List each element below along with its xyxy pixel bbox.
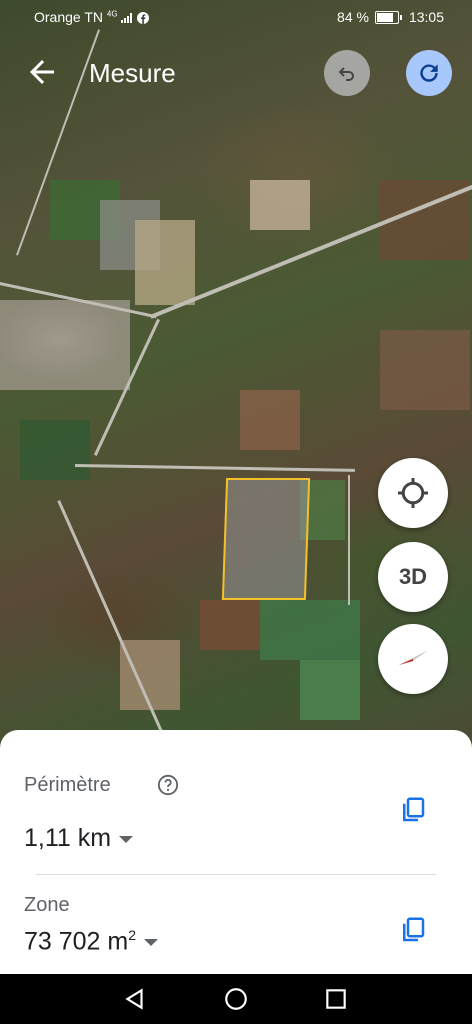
map-field <box>20 420 90 480</box>
map-field <box>240 390 300 450</box>
my-location-button[interactable] <box>378 458 448 528</box>
nav-recents-button[interactable] <box>323 986 349 1012</box>
map-field <box>260 600 360 660</box>
back-button[interactable] <box>24 54 60 90</box>
status-bar: Orange TN 4G 84 % 13:05 <box>0 0 472 34</box>
circle-home-icon <box>225 988 247 1010</box>
map-field <box>120 640 180 710</box>
nav-back-button[interactable] <box>122 986 148 1012</box>
perimeter-label: Périmètre <box>24 774 111 796</box>
area-value: 73 702 m <box>24 927 129 956</box>
area-value-dropdown[interactable]: 73 702 m2 <box>24 927 159 956</box>
compass-icon <box>399 651 427 665</box>
perimeter-value-dropdown[interactable]: 1,11 km <box>24 824 134 853</box>
copy-perimeter-button[interactable] <box>398 794 428 826</box>
map-road <box>74 464 355 472</box>
status-right: 84 % 13:05 <box>337 9 444 25</box>
clock: 13:05 <box>408 9 444 25</box>
map-field <box>380 330 470 410</box>
map-field <box>200 600 260 650</box>
map-field <box>250 180 310 230</box>
measurement-sheet: Périmètre 1,11 km Zone 73 702 m2 <box>0 730 472 974</box>
measured-area-polygon <box>221 478 311 600</box>
my-location-icon <box>398 478 428 508</box>
compass-button[interactable] <box>378 624 448 694</box>
copy-icon <box>403 917 425 942</box>
chevron-down-icon <box>119 835 134 843</box>
triangle-back-icon <box>125 988 143 1010</box>
signal-icon <box>121 13 133 24</box>
undo-icon <box>338 67 354 81</box>
area-label: Zone <box>24 894 70 916</box>
undo-button[interactable] <box>324 50 370 96</box>
carrier-name: Orange TN <box>34 9 103 25</box>
top-bar: Mesure <box>0 44 472 104</box>
nav-home-button[interactable] <box>223 986 249 1012</box>
map-road <box>348 475 350 605</box>
perimeter-value: 1,11 km <box>24 824 112 852</box>
area-unit-exponent: 2 <box>128 927 137 943</box>
redo-icon <box>420 64 438 82</box>
page-title: Mesure <box>89 58 176 88</box>
view-3d-button[interactable]: 3D <box>378 542 448 612</box>
status-left: Orange TN 4G <box>34 9 150 25</box>
copy-icon <box>403 797 425 822</box>
map-road <box>57 500 166 739</box>
battery-percent: 84 % <box>337 9 369 25</box>
system-navigation-bar <box>0 974 472 1024</box>
arrow-left-icon <box>30 60 54 84</box>
chevron-down-icon <box>144 939 159 947</box>
divider <box>36 874 436 875</box>
network-type: 4G <box>106 9 118 19</box>
battery-icon <box>374 10 402 24</box>
map-field <box>135 220 195 305</box>
map-field <box>0 300 130 390</box>
facebook-icon <box>137 12 150 25</box>
help-circle-icon[interactable] <box>157 774 179 796</box>
copy-area-button[interactable] <box>398 914 428 946</box>
redo-button[interactable] <box>406 50 452 96</box>
map-field <box>300 660 360 720</box>
square-recents-icon <box>326 989 346 1009</box>
